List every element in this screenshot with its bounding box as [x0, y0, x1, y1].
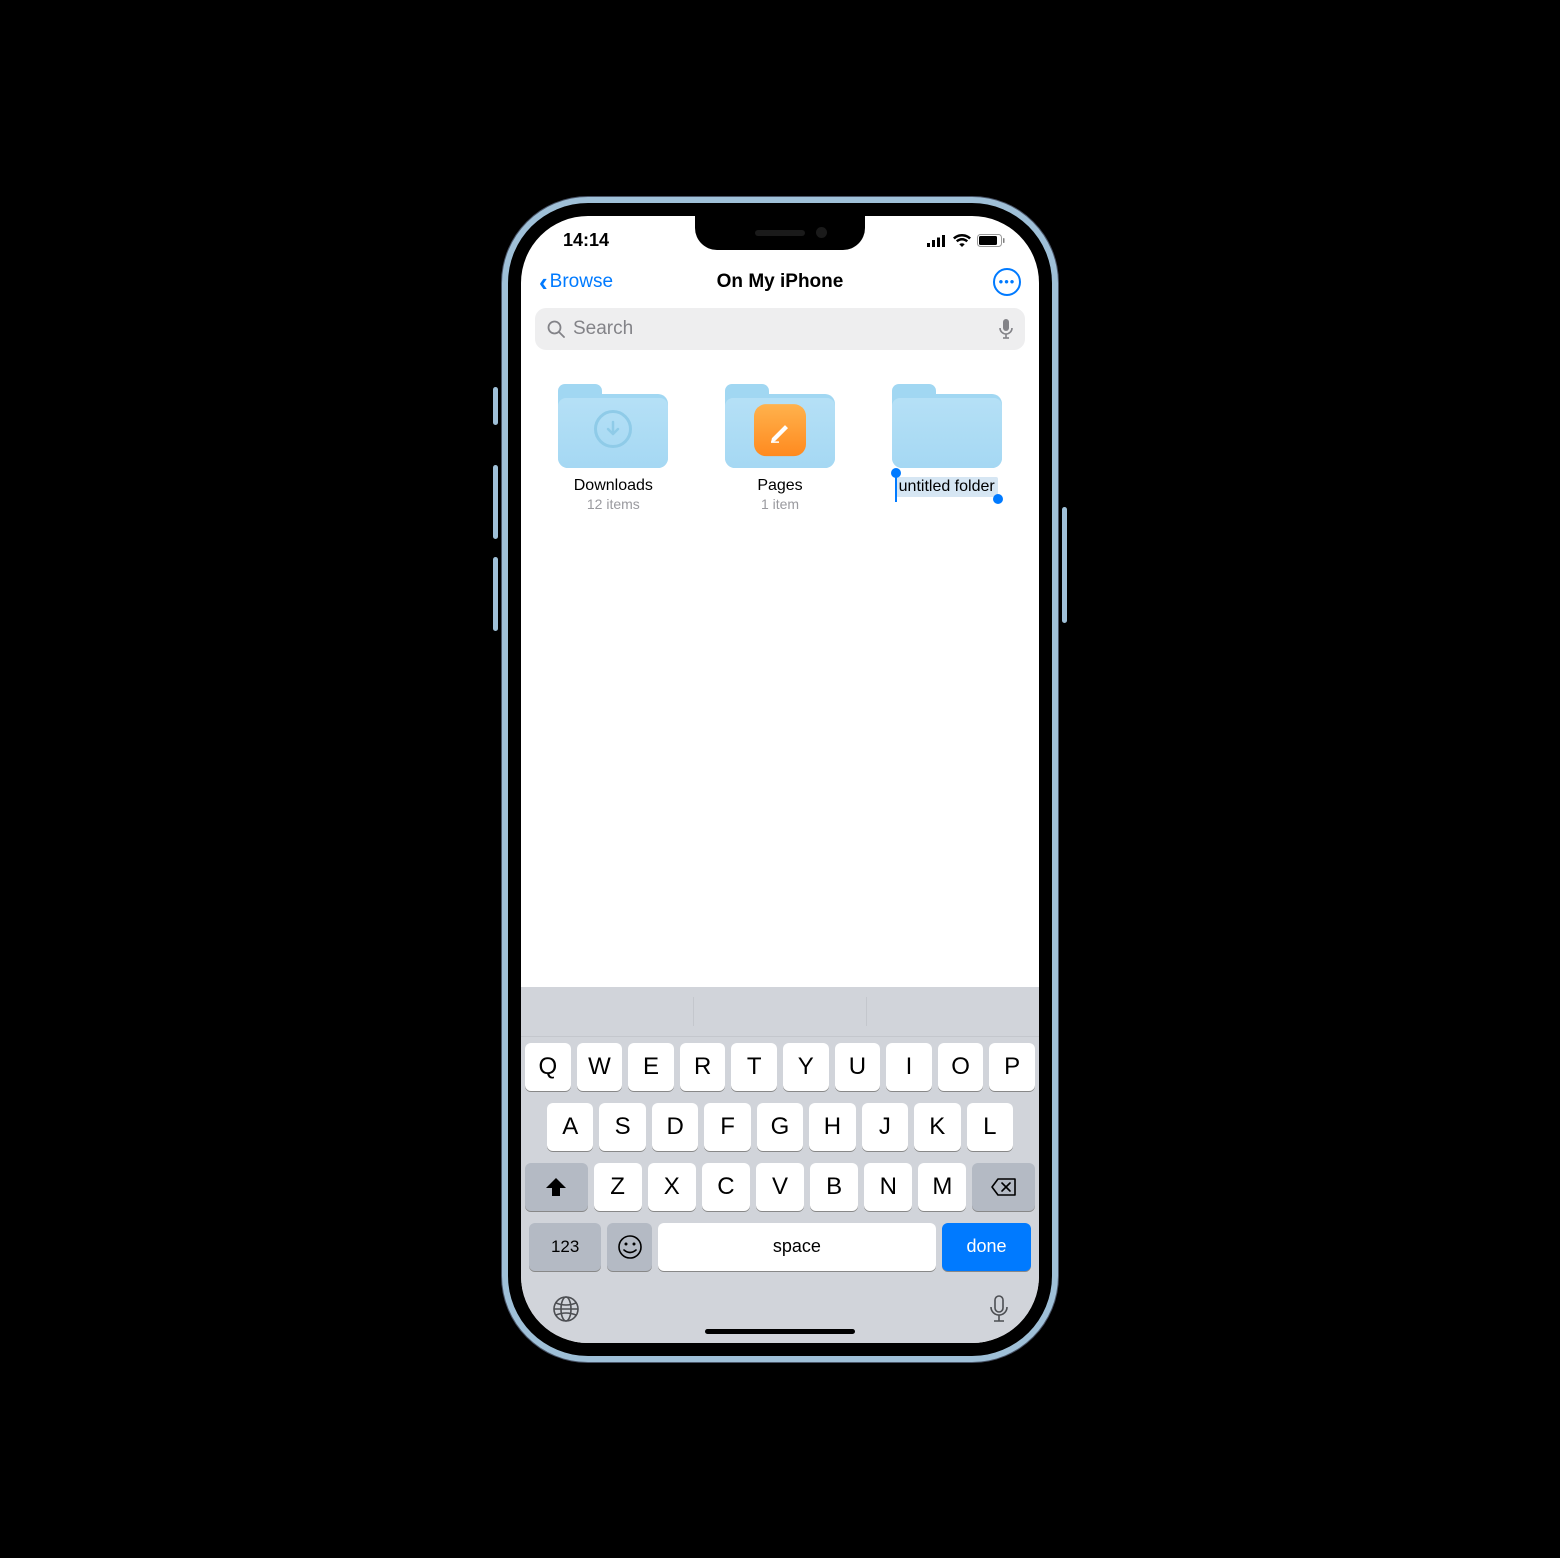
- volume-up-button[interactable]: [493, 465, 498, 539]
- download-icon: [594, 410, 632, 448]
- key-t[interactable]: T: [731, 1043, 777, 1091]
- search-field[interactable]: Search: [535, 308, 1025, 350]
- key-w[interactable]: W: [577, 1043, 623, 1091]
- folder-downloads[interactable]: Downloads 12 items: [545, 384, 682, 512]
- home-indicator[interactable]: [705, 1329, 855, 1334]
- screen: 14:14 ‹ Browse On My iPhone ••• Search: [521, 216, 1039, 1343]
- keyboard-row-2: A S D F G H J K L: [525, 1103, 1035, 1151]
- folder-icon: [725, 384, 835, 468]
- keyboard-row-3: Z X C V B N M: [525, 1163, 1035, 1211]
- key-q[interactable]: Q: [525, 1043, 571, 1091]
- key-b[interactable]: B: [810, 1163, 858, 1211]
- content-area: [521, 536, 1039, 987]
- selection-handle-left[interactable]: [891, 468, 901, 478]
- battery-icon: [977, 234, 1005, 247]
- folder-label: Pages: [757, 477, 802, 495]
- mic-icon[interactable]: [999, 319, 1013, 339]
- key-o[interactable]: O: [938, 1043, 984, 1091]
- folder-label: Downloads: [574, 477, 653, 495]
- emoji-key[interactable]: [607, 1223, 652, 1271]
- back-button[interactable]: ‹ Browse: [539, 269, 613, 295]
- phone-frame: 14:14 ‹ Browse On My iPhone ••• Search: [502, 197, 1058, 1362]
- key-v[interactable]: V: [756, 1163, 804, 1211]
- key-l[interactable]: L: [967, 1103, 1013, 1151]
- delete-key[interactable]: [972, 1163, 1035, 1211]
- dictation-icon[interactable]: [989, 1294, 1009, 1324]
- key-c[interactable]: C: [702, 1163, 750, 1211]
- back-label: Browse: [550, 271, 613, 293]
- key-e[interactable]: E: [628, 1043, 674, 1091]
- folder-name-input[interactable]: untitled folder: [896, 477, 998, 497]
- backspace-icon: [991, 1178, 1017, 1196]
- nav-bar: ‹ Browse On My iPhone •••: [521, 266, 1039, 306]
- key-g[interactable]: G: [757, 1103, 803, 1151]
- shift-icon: [545, 1177, 567, 1197]
- key-k[interactable]: K: [914, 1103, 960, 1151]
- key-s[interactable]: S: [599, 1103, 645, 1151]
- folder-subtitle: 1 item: [761, 496, 799, 512]
- key-r[interactable]: R: [680, 1043, 726, 1091]
- key-m[interactable]: M: [918, 1163, 966, 1211]
- globe-icon[interactable]: [551, 1294, 581, 1324]
- key-j[interactable]: J: [862, 1103, 908, 1151]
- search-icon: [547, 320, 565, 338]
- key-p[interactable]: P: [989, 1043, 1035, 1091]
- folder-icon: [892, 384, 1002, 468]
- more-button[interactable]: •••: [993, 268, 1021, 296]
- key-h[interactable]: H: [809, 1103, 855, 1151]
- keyboard-row-1: Q W E R T Y U I O P: [525, 1043, 1035, 1091]
- shift-key[interactable]: [525, 1163, 588, 1211]
- suggestion-slot[interactable]: [521, 997, 694, 1026]
- suggestion-slot[interactable]: [867, 997, 1039, 1026]
- key-u[interactable]: U: [835, 1043, 881, 1091]
- volume-down-button[interactable]: [493, 557, 498, 631]
- ellipsis-icon: •••: [999, 274, 1016, 289]
- done-key[interactable]: done: [942, 1223, 1031, 1271]
- key-i[interactable]: I: [886, 1043, 932, 1091]
- folder-untitled[interactable]: untitled folder: [878, 384, 1015, 512]
- emoji-icon: [617, 1234, 643, 1260]
- key-d[interactable]: D: [652, 1103, 698, 1151]
- numbers-key[interactable]: 123: [529, 1223, 601, 1271]
- key-a[interactable]: A: [547, 1103, 593, 1151]
- clock: 14:14: [563, 230, 609, 251]
- key-x[interactable]: X: [648, 1163, 696, 1211]
- power-button[interactable]: [1062, 507, 1067, 623]
- wifi-icon: [953, 234, 971, 247]
- suggestion-slot[interactable]: [694, 997, 867, 1026]
- key-y[interactable]: Y: [783, 1043, 829, 1091]
- folder-pages[interactable]: Pages 1 item: [712, 384, 849, 512]
- chevron-left-icon: ‹: [539, 269, 548, 295]
- keyboard-row-4: 123 space done: [525, 1223, 1035, 1271]
- folder-grid: Downloads 12 items Pages 1 item unti: [521, 360, 1039, 536]
- key-n[interactable]: N: [864, 1163, 912, 1211]
- page-title: On My iPhone: [717, 271, 844, 293]
- keyboard: Q W E R T Y U I O P A S D F G H: [521, 987, 1039, 1343]
- key-z[interactable]: Z: [594, 1163, 642, 1211]
- space-key[interactable]: space: [658, 1223, 936, 1271]
- folder-icon: [558, 384, 668, 468]
- search-placeholder: Search: [573, 318, 991, 340]
- key-f[interactable]: F: [704, 1103, 750, 1151]
- notch: [695, 216, 865, 250]
- suggestion-bar: [521, 987, 1039, 1037]
- folder-subtitle: 12 items: [587, 496, 640, 512]
- pages-app-icon: [754, 404, 806, 456]
- selection-handle-right[interactable]: [993, 494, 1003, 504]
- silence-switch[interactable]: [493, 387, 498, 425]
- cellular-icon: [927, 235, 947, 247]
